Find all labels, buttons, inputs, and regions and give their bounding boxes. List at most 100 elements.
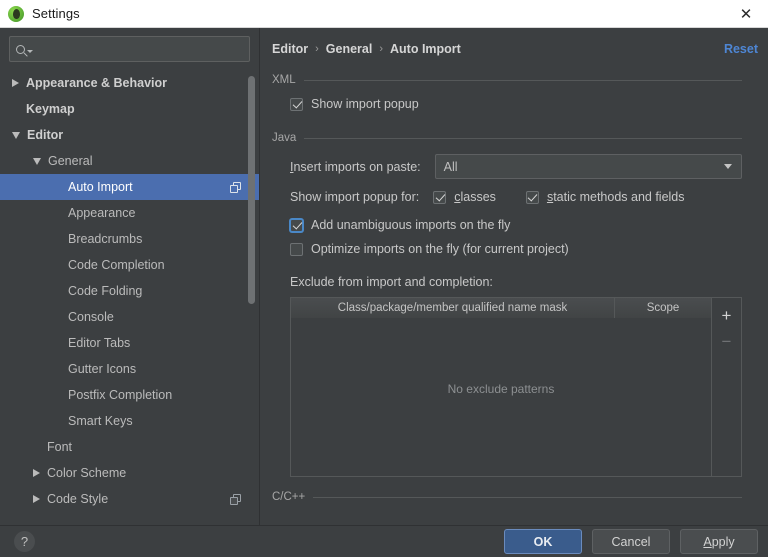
chevron-down-icon[interactable] bbox=[33, 157, 41, 165]
help-button[interactable]: ? bbox=[14, 531, 35, 552]
chevron-right-icon[interactable] bbox=[33, 495, 40, 503]
show-import-popup-row[interactable]: Show import popup bbox=[290, 92, 742, 116]
breadcrumb-item-1[interactable]: General bbox=[326, 42, 373, 56]
apply-button[interactable]: Apply bbox=[680, 529, 758, 554]
copy-settings-icon[interactable] bbox=[230, 181, 241, 193]
insert-imports-value: All bbox=[443, 159, 458, 174]
sidebar-item-label: Code Style bbox=[47, 492, 109, 506]
chevron-right-icon[interactable] bbox=[33, 469, 40, 477]
sidebar-item-breadcrumbs[interactable]: Breadcrumbs bbox=[0, 226, 259, 252]
sidebar-item-label: Editor Tabs bbox=[68, 336, 131, 350]
column-header-scope[interactable]: Scope bbox=[615, 298, 711, 318]
add-unambiguous-row[interactable]: Add unambiguous imports on the fly bbox=[290, 213, 742, 237]
reset-link[interactable]: Reset bbox=[724, 42, 758, 56]
sidebar-item-label: Smart Keys bbox=[68, 414, 133, 428]
sidebar-item-console[interactable]: Console bbox=[0, 304, 259, 330]
show-import-popup-label: Show import popup bbox=[311, 97, 419, 111]
sidebar-item-smart-keys[interactable]: Smart Keys bbox=[0, 408, 259, 434]
insert-imports-dropdown[interactable]: All bbox=[434, 154, 742, 179]
breadcrumb: Editor › General › Auto Import bbox=[260, 28, 768, 56]
breadcrumb-separator-1: › bbox=[379, 43, 384, 55]
show-import-popup-checkbox[interactable] bbox=[290, 97, 303, 111]
search-input[interactable] bbox=[38, 42, 243, 56]
apply-mnemonic: A bbox=[703, 534, 712, 549]
sidebar-item-editor[interactable]: Editor bbox=[0, 122, 259, 148]
java-group-label: Java bbox=[272, 132, 297, 144]
sidebar-item-gutter-icons[interactable]: Gutter Icons bbox=[0, 356, 259, 382]
popup-classes-label-rest: lasses bbox=[460, 190, 496, 204]
sidebar-item-code-completion[interactable]: Code Completion bbox=[0, 252, 259, 278]
popup-static-label-rest: tatic methods and fields bbox=[553, 190, 685, 204]
group-divider bbox=[303, 79, 742, 81]
window-titlebar: Settings ✕ bbox=[0, 0, 768, 28]
add-unambiguous-label: Add unambiguous imports on the fly bbox=[311, 218, 511, 232]
add-pattern-button[interactable]: + bbox=[714, 302, 740, 328]
sidebar-item-label: General bbox=[48, 154, 93, 168]
intellij-logo-icon bbox=[8, 5, 24, 22]
popup-classes-checkbox[interactable] bbox=[433, 190, 447, 204]
insert-imports-label: Insert imports on paste: bbox=[290, 160, 421, 174]
sidebar-item-label: Breadcrumbs bbox=[68, 232, 143, 246]
sidebar-item-color-scheme[interactable]: Color Scheme bbox=[0, 460, 259, 486]
show-popup-for-label: Show import popup for: bbox=[290, 190, 420, 204]
chevron-down-icon bbox=[724, 164, 732, 169]
exclude-table-body: No exclude patterns bbox=[291, 318, 711, 476]
sidebar-item-appearance[interactable]: Appearance bbox=[0, 200, 259, 226]
java-group-content: Insert imports on paste: All Show import… bbox=[260, 154, 768, 477]
sidebar-item-label: Code Folding bbox=[68, 284, 143, 298]
search-container bbox=[0, 28, 259, 68]
settings-main-panel: Editor › General › Auto Import Reset XML… bbox=[260, 28, 768, 525]
sidebar-item-editor-tabs[interactable]: Editor Tabs bbox=[0, 330, 259, 356]
popup-classes-row[interactable]: classes bbox=[433, 185, 496, 209]
popup-static-label: static methods and fields bbox=[547, 190, 685, 204]
exclude-table-toolbar: + − bbox=[712, 297, 742, 477]
breadcrumb-item-2: Auto Import bbox=[390, 42, 461, 56]
chevron-down-icon bbox=[27, 49, 33, 53]
exclude-caption: Exclude from import and completion: bbox=[290, 275, 493, 289]
search-box[interactable] bbox=[9, 36, 250, 62]
close-icon[interactable]: ✕ bbox=[724, 0, 768, 28]
breadcrumb-item-0[interactable]: Editor bbox=[272, 42, 308, 56]
sidebar-item-appearance-behavior[interactable]: Appearance & Behavior bbox=[0, 70, 259, 96]
sidebar-item-font[interactable]: Font bbox=[0, 434, 259, 460]
sidebar-item-label: Appearance bbox=[68, 206, 136, 220]
group-divider bbox=[304, 137, 742, 139]
sidebar-item-label: Gutter Icons bbox=[68, 362, 137, 376]
sidebar-item-label: Keymap bbox=[26, 102, 75, 116]
exclude-table-header: Class/package/member qualified name mask… bbox=[291, 298, 711, 318]
apply-label-rest: pply bbox=[711, 534, 735, 549]
sidebar-item-label: Postfix Completion bbox=[68, 388, 173, 402]
sidebar-item-auto-import[interactable]: Auto Import bbox=[0, 174, 259, 200]
optimize-imports-label: Optimize imports on the fly (for current… bbox=[311, 242, 569, 256]
dialog-footer: ? OK Cancel Apply bbox=[0, 525, 768, 557]
cancel-button[interactable]: Cancel bbox=[592, 529, 670, 554]
column-header-mask[interactable]: Class/package/member qualified name mask bbox=[291, 298, 615, 318]
optimize-imports-row[interactable]: Optimize imports on the fly (for current… bbox=[290, 237, 742, 261]
exclude-table[interactable]: Class/package/member qualified name mask… bbox=[290, 297, 712, 477]
add-unambiguous-checkbox[interactable] bbox=[290, 218, 303, 232]
settings-tree[interactable]: Appearance & Behavior Keymap Editor General… bbox=[0, 68, 259, 525]
optimize-imports-checkbox[interactable] bbox=[290, 242, 303, 256]
settings-sidebar: Appearance & Behavior Keymap Editor General… bbox=[0, 28, 260, 525]
cpp-group-header: C/C++ bbox=[272, 491, 742, 503]
sidebar-item-postfix-completion[interactable]: Postfix Completion bbox=[0, 382, 259, 408]
sidebar-scrollbar[interactable] bbox=[248, 76, 255, 304]
group-divider bbox=[313, 496, 742, 498]
chevron-down-icon[interactable] bbox=[12, 131, 20, 139]
sidebar-item-code-folding[interactable]: Code Folding bbox=[0, 278, 259, 304]
sidebar-item-label: Color Scheme bbox=[47, 466, 127, 480]
sidebar-item-general[interactable]: General bbox=[0, 148, 259, 174]
sidebar-item-label: Appearance & Behavior bbox=[26, 76, 168, 90]
copy-settings-icon[interactable] bbox=[230, 493, 241, 505]
sidebar-item-label: Auto Import bbox=[68, 180, 133, 194]
ok-button[interactable]: OK bbox=[504, 529, 582, 554]
sidebar-item-code-style[interactable]: Code Style bbox=[0, 486, 259, 512]
xml-group-label: XML bbox=[272, 74, 296, 86]
insert-imports-label-rest: nsert imports on paste: bbox=[293, 159, 421, 174]
popup-static-row[interactable]: static methods and fields bbox=[525, 185, 685, 209]
chevron-right-icon[interactable] bbox=[12, 79, 19, 87]
dialog-body: Appearance & Behavior Keymap Editor General… bbox=[0, 28, 768, 525]
sidebar-item-keymap[interactable]: Keymap bbox=[0, 96, 259, 122]
sidebar-item-label: Font bbox=[47, 440, 73, 454]
popup-static-checkbox[interactable] bbox=[525, 190, 539, 204]
